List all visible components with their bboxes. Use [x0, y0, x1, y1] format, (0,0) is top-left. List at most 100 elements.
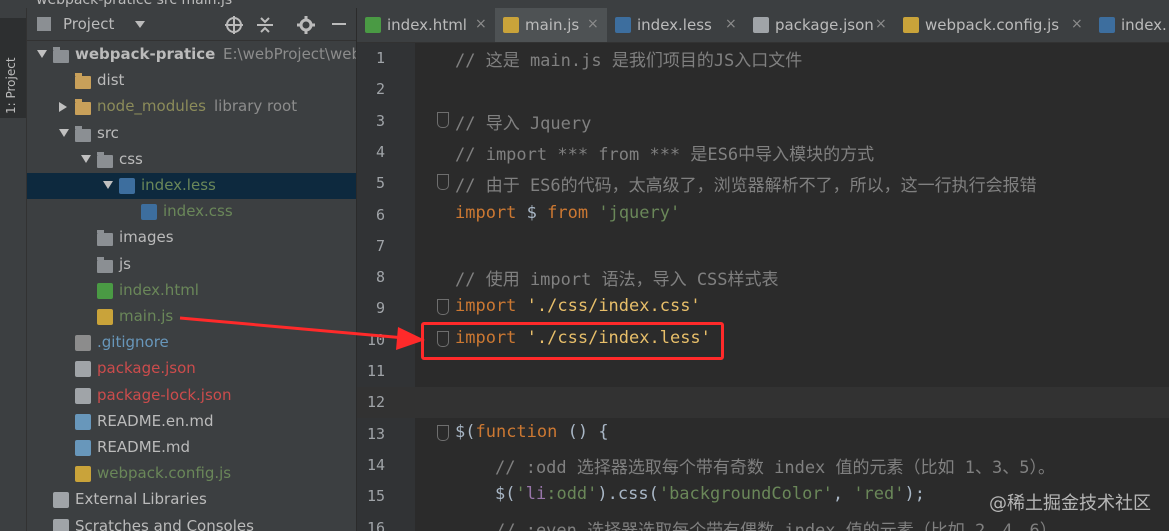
line-number: 15	[366, 487, 385, 506]
tree-item-label: index.css	[163, 202, 233, 221]
close-tab-icon[interactable]: ×	[1071, 16, 1083, 32]
close-tab-icon[interactable]: ×	[475, 16, 487, 32]
editor-tab[interactable]: index.	[1091, 8, 1169, 42]
tree-item[interactable]: index.less	[27, 173, 356, 199]
code-line[interactable]: 12	[357, 387, 1169, 419]
editor-tab[interactable]: webpack.config.js ×	[895, 8, 1091, 42]
close-tab-icon[interactable]: ×	[725, 16, 737, 32]
css-file-icon	[141, 204, 157, 221]
tree-item[interactable]: package.json	[27, 356, 356, 382]
code-line[interactable]: 3 // 导入 Jquery	[357, 106, 1169, 137]
expand-arrow-icon[interactable]	[103, 181, 113, 189]
fold-marker-icon[interactable]	[437, 299, 449, 316]
project-panel-header: Project	[27, 8, 356, 41]
tool-window-strip: 1: Project	[0, 8, 27, 531]
tree-item[interactable]: webpack.config.js	[27, 461, 356, 487]
tree-item-label: images	[119, 228, 174, 247]
code-line[interactable]: 11	[357, 356, 1169, 387]
tree-item-extra: E:\webProject\webp	[223, 45, 356, 63]
code-line[interactable]: 6 import $ from 'jquery'	[357, 200, 1169, 231]
editor-tab[interactable]: index.less ×	[607, 8, 745, 42]
editor-tab-label: index.html	[387, 16, 467, 34]
chevron-down-icon[interactable]	[135, 21, 145, 28]
tree-item-label: README.md	[97, 438, 191, 456]
code-line[interactable]: 4 // import *** from *** 是ES6中导入模块的方式	[357, 137, 1169, 168]
tree-item-label: .gitignore	[97, 333, 169, 352]
fold-marker-icon[interactable]	[437, 174, 449, 191]
tree-item[interactable]: main.js	[27, 304, 356, 330]
tree-item[interactable]: js	[27, 252, 356, 278]
tree-item-label: package.json	[97, 359, 196, 378]
json-file-icon	[75, 361, 91, 378]
js-file-icon	[97, 309, 113, 325]
tree-item-label: webpack-pratice	[75, 45, 216, 63]
expand-arrow-icon[interactable]	[59, 128, 69, 137]
code-text: $(function () {	[455, 421, 609, 442]
project-panel-title[interactable]: Project	[63, 15, 114, 33]
tree-item[interactable]: .gitignore	[27, 330, 356, 356]
code-text: // 使用 import 语法，导入 CSS样式表	[455, 270, 779, 291]
code-text: // 由于 ES6的代码，太高级了，浏览器解析不了，所以，这一行执行会报错	[455, 176, 1037, 197]
tree-item[interactable]: package-lock.json	[27, 383, 356, 409]
collapse-all-icon[interactable]	[257, 16, 273, 34]
code-line[interactable]: 8 // 使用 import 语法，导入 CSS样式表	[357, 262, 1169, 293]
editor-tab[interactable]: index.html ×	[357, 8, 495, 42]
tree-item[interactable]: Scratches and Consoles	[27, 514, 356, 531]
code-line[interactable]: 16 // :even 选择器选取每个带有偶数 index 值的元素（比如 2、4…	[357, 513, 1169, 531]
code-line[interactable]: 9 import './css/index.css'	[357, 293, 1169, 324]
js-file-icon	[903, 17, 919, 33]
tree-item[interactable]: node_modules library root	[27, 94, 356, 120]
editor-tab-label: index.less	[637, 16, 712, 34]
tree-item[interactable]: dist	[27, 68, 356, 94]
html-file-icon	[97, 282, 113, 299]
minimize-icon[interactable]	[332, 23, 346, 25]
code-line[interactable]: 14 // :odd 选择器选取每个带有奇数 index 值的元素（比如 1、3、…	[357, 450, 1169, 481]
expand-arrow-icon[interactable]	[81, 154, 91, 163]
tree-item-label: js	[119, 254, 131, 273]
less-file-icon	[615, 17, 631, 33]
locate-icon[interactable]	[225, 16, 243, 34]
line-number: 10	[366, 330, 385, 349]
tree-item[interactable]: src	[27, 121, 356, 147]
project-panel: Project webpack-pratice E:\webProject\web…	[27, 8, 356, 531]
tree-item[interactable]: webpack-pratice E:\webProject\webp	[27, 42, 356, 68]
tree-item-label: src	[97, 123, 119, 142]
tree-item[interactable]: README.md	[27, 435, 356, 461]
tree-item[interactable]: README.en.md	[27, 409, 356, 435]
gear-icon[interactable]	[297, 16, 315, 34]
line-number: 8	[375, 268, 385, 287]
tree-item[interactable]: External Libraries	[27, 487, 356, 513]
tree-item-label: package-lock.json	[97, 385, 232, 404]
tree-item-extra: library root	[214, 97, 298, 116]
close-tab-icon[interactable]: ×	[875, 16, 887, 32]
code-text: // :even 选择器选取每个带有偶数 index 值的元素（比如 2、4、6…	[495, 520, 1066, 531]
editor-tab-label: package.json	[775, 16, 874, 34]
code-text: // 这是 main.js 是我们项目的JS入口文件	[455, 51, 803, 71]
editor-tab[interactable]: package.json ×	[745, 8, 895, 42]
line-number: 16	[366, 518, 385, 531]
code-line[interactable]: 5 // 由于 ES6的代码，太高级了，浏览器解析不了，所以，这一行执行会报错	[357, 168, 1169, 199]
code-line[interactable]: 2	[357, 74, 1169, 105]
tree-item[interactable]: css	[27, 147, 356, 173]
tree-item-label: index.html	[119, 280, 199, 299]
line-number: 6	[375, 205, 385, 224]
code-text: import $ from 'jquery'	[455, 202, 681, 223]
css-file-icon	[1099, 17, 1115, 33]
code-text: // :odd 选择器选取每个带有奇数 index 值的元素（比如 1、3、5）…	[495, 457, 1055, 478]
code-line[interactable]: 7	[357, 231, 1169, 262]
expand-arrow-icon[interactable]	[37, 50, 47, 58]
project-tool-tab[interactable]: 1: Project	[0, 18, 26, 118]
tree-item[interactable]: index.css	[27, 199, 356, 225]
collapse-arrow-icon[interactable]	[59, 102, 67, 113]
code-line[interactable]: 13 $(function () {	[357, 419, 1169, 450]
folder-icon	[75, 125, 91, 142]
editor-tab[interactable]: main.js ×	[495, 8, 607, 42]
close-tab-icon[interactable]: ×	[587, 16, 599, 32]
tree-item[interactable]: images	[27, 225, 356, 251]
md-file-icon	[75, 413, 91, 430]
tree-item[interactable]: index.html	[27, 278, 356, 304]
fold-marker-icon[interactable]	[437, 424, 449, 441]
fold-marker-icon[interactable]	[437, 111, 449, 128]
code-line[interactable]: 1 // 这是 main.js 是我们项目的JS入口文件	[357, 43, 1169, 74]
breadcrumb: webpack-pratice src main.js	[36, 0, 233, 8]
